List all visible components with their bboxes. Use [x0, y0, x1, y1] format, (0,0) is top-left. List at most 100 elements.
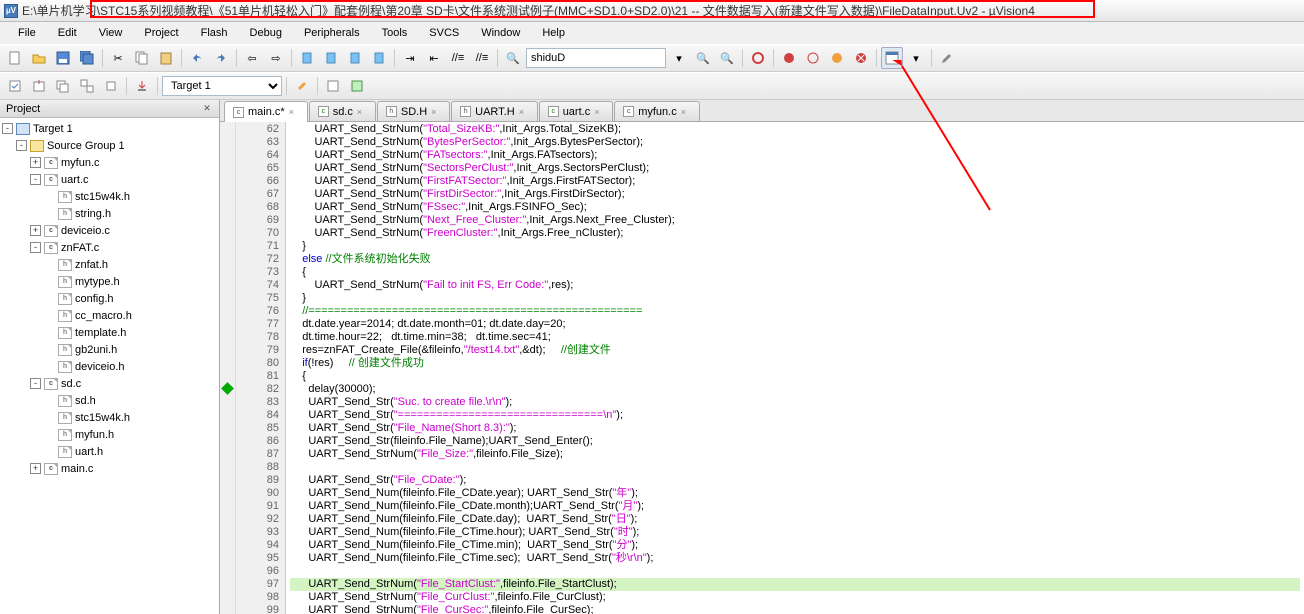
debug-icon[interactable]	[747, 47, 769, 69]
tree-item[interactable]: hgb2uni.h	[2, 341, 217, 358]
target-options-icon[interactable]	[291, 75, 313, 97]
tab-close-icon[interactable]: ×	[519, 107, 529, 117]
tab-sdc[interactable]: csd.c×	[309, 101, 376, 121]
search-input[interactable]	[526, 48, 666, 68]
tree-item[interactable]: -cznFAT.c	[2, 239, 217, 256]
breakpoint-enable-icon[interactable]	[802, 47, 824, 69]
save-all-icon[interactable]	[76, 47, 98, 69]
configure-icon[interactable]	[936, 47, 958, 69]
cut-icon[interactable]: ✂	[107, 47, 129, 69]
tab-SDH[interactable]: hSD.H×	[377, 101, 450, 121]
tree-item[interactable]: -Target 1	[2, 120, 217, 137]
menu-window[interactable]: Window	[471, 25, 530, 41]
new-file-icon[interactable]	[4, 47, 26, 69]
tree-item[interactable]: hstring.h	[2, 205, 217, 222]
tree-toggle-icon[interactable]: +	[30, 157, 41, 168]
project-tree[interactable]: -Target 1-Source Group 1+cmyfun.c-cuart.…	[0, 118, 219, 614]
open-icon[interactable]	[28, 47, 50, 69]
tree-toggle-icon[interactable]: +	[30, 463, 41, 474]
menu-svcs[interactable]: SVCS	[419, 25, 469, 41]
tab-close-icon[interactable]: ×	[594, 107, 604, 117]
bookmark-prev-icon[interactable]	[320, 47, 342, 69]
bookmark-icon[interactable]	[296, 47, 318, 69]
bookmark-next-icon[interactable]	[344, 47, 366, 69]
tab-close-icon[interactable]: ×	[681, 107, 691, 117]
window-icon[interactable]	[881, 47, 903, 69]
breakpoint-gutter[interactable]	[220, 122, 236, 614]
file-ext-icon[interactable]	[322, 75, 344, 97]
tree-item[interactable]: huart.h	[2, 443, 217, 460]
tree-toggle-icon[interactable]: -	[30, 242, 41, 253]
menu-view[interactable]: View	[89, 25, 133, 41]
menu-peripherals[interactable]: Peripherals	[294, 25, 370, 41]
menu-file[interactable]: File	[8, 25, 46, 41]
tree-item[interactable]: hconfig.h	[2, 290, 217, 307]
tree-item[interactable]: hstc15w4k.h	[2, 188, 217, 205]
stop-build-icon[interactable]	[100, 75, 122, 97]
window-dropdown-icon[interactable]: ▾	[905, 47, 927, 69]
tree-item[interactable]: hdeviceio.h	[2, 358, 217, 375]
code-content[interactable]: UART_Send_StrNum("Total_SizeKB:",Init_Ar…	[286, 122, 1304, 614]
target-select[interactable]: Target 1	[162, 76, 282, 96]
menu-tools[interactable]: Tools	[372, 25, 418, 41]
menu-project[interactable]: Project	[134, 25, 188, 41]
menu-flash[interactable]: Flash	[191, 25, 238, 41]
build-icon[interactable]	[28, 75, 50, 97]
bookmark-clear-icon[interactable]	[368, 47, 390, 69]
nav-fwd-icon[interactable]: ⇨	[265, 47, 287, 69]
translate-icon[interactable]	[4, 75, 26, 97]
save-icon[interactable]	[52, 47, 74, 69]
tab-close-icon[interactable]: ×	[357, 107, 367, 117]
tree-item[interactable]: hcc_macro.h	[2, 307, 217, 324]
menu-help[interactable]: Help	[532, 25, 575, 41]
uncomment-icon[interactable]: //≡	[471, 47, 493, 69]
breakpoint-disable-icon[interactable]	[826, 47, 848, 69]
find-icon[interactable]: 🔍	[692, 47, 714, 69]
breakpoint-kill-icon[interactable]	[850, 47, 872, 69]
nav-back-icon[interactable]: ⇦	[241, 47, 263, 69]
download-icon[interactable]	[131, 75, 153, 97]
indent-icon[interactable]: ⇥	[399, 47, 421, 69]
tab-uartc[interactable]: cuart.c×	[539, 101, 614, 121]
redo-icon[interactable]	[210, 47, 232, 69]
copy-icon[interactable]	[131, 47, 153, 69]
dropdown-icon[interactable]: ▾	[668, 47, 690, 69]
tab-mainc[interactable]: cmain.c*×	[224, 101, 308, 122]
tree-toggle-icon[interactable]: -	[16, 140, 27, 151]
tree-item[interactable]: -cuart.c	[2, 171, 217, 188]
breakpoint-insert-icon[interactable]	[778, 47, 800, 69]
breakpoint-marker-icon[interactable]	[221, 382, 234, 395]
tree-item[interactable]: +cmyfun.c	[2, 154, 217, 171]
tab-UARTH[interactable]: hUART.H×	[451, 101, 538, 121]
tree-item[interactable]: hsd.h	[2, 392, 217, 409]
tree-item[interactable]: -Source Group 1	[2, 137, 217, 154]
paste-icon[interactable]	[155, 47, 177, 69]
panel-close-icon[interactable]: ✕	[201, 103, 213, 115]
undo-icon[interactable]	[186, 47, 208, 69]
tree-toggle-icon[interactable]: -	[30, 174, 41, 185]
tree-item[interactable]: hstc15w4k.h	[2, 409, 217, 426]
tab-close-icon[interactable]: ×	[289, 107, 299, 117]
find-in-files-icon[interactable]: 🔍	[502, 47, 524, 69]
tree-toggle-icon[interactable]: +	[30, 225, 41, 236]
tree-item[interactable]: +cmain.c	[2, 460, 217, 477]
outdent-icon[interactable]: ⇤	[423, 47, 445, 69]
menu-debug[interactable]: Debug	[240, 25, 292, 41]
tree-item[interactable]: hmyfun.h	[2, 426, 217, 443]
tab-close-icon[interactable]: ×	[431, 107, 441, 117]
incremental-find-icon[interactable]: 🔍	[716, 47, 738, 69]
tree-item[interactable]: hmytype.h	[2, 273, 217, 290]
rebuild-icon[interactable]	[52, 75, 74, 97]
comment-icon[interactable]: //≡	[447, 47, 469, 69]
menu-edit[interactable]: Edit	[48, 25, 87, 41]
manage-icon[interactable]	[346, 75, 368, 97]
tree-item[interactable]: -csd.c	[2, 375, 217, 392]
tree-item[interactable]: htemplate.h	[2, 324, 217, 341]
tree-item[interactable]: hznfat.h	[2, 256, 217, 273]
code-editor[interactable]: 6263646566676869707172737475767778798081…	[220, 122, 1304, 614]
tree-toggle-icon[interactable]: -	[2, 123, 13, 134]
batch-build-icon[interactable]	[76, 75, 98, 97]
tab-myfunc[interactable]: cmyfun.c×	[614, 101, 700, 121]
tree-toggle-icon[interactable]: -	[30, 378, 41, 389]
tree-item[interactable]: +cdeviceio.c	[2, 222, 217, 239]
